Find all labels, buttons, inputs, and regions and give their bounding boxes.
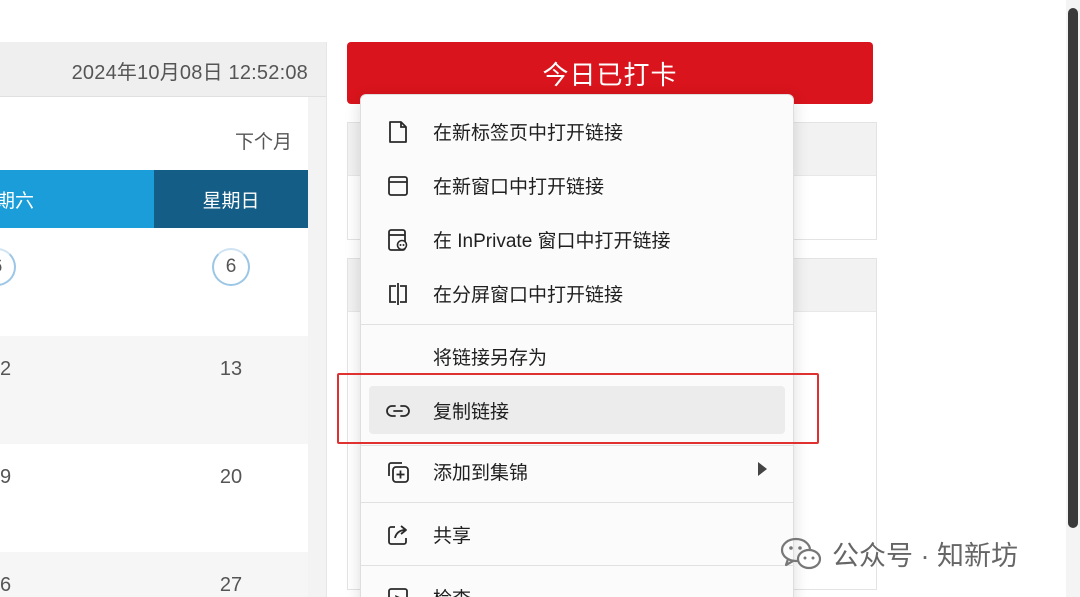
day-number: 2: [0, 358, 12, 380]
day-number: 27: [219, 574, 243, 596]
weekday-saturday: 期六: [0, 170, 154, 228]
weekday-sunday: 星期日: [154, 170, 308, 228]
checked-day-ring: 6: [0, 248, 16, 286]
weekday-saturday-label: 期六: [0, 190, 35, 212]
menu-item-label: 在 InPrivate 窗口中打开链接: [433, 230, 671, 252]
watermark-text: 公众号 · 知新坊: [832, 541, 1018, 571]
new-tab-icon: [389, 121, 407, 143]
checked-day-ring: 6: [212, 248, 250, 286]
menu-item-label: 在新标签页中打开链接: [433, 122, 624, 144]
calendar-day-cell[interactable]: 6: [0, 228, 154, 336]
scrollbar-track[interactable]: [1066, 0, 1080, 597]
calendar-day-cell[interactable]: 6: [154, 228, 308, 336]
menu-item-open-new-window[interactable]: 在新窗口中打开链接: [369, 161, 785, 209]
calendar-day-cell[interactable]: 27: [154, 552, 308, 597]
calendar-body: 下个月 期六 星期日 6 6: [0, 97, 308, 597]
calendar-day-cell[interactable]: 20: [154, 444, 308, 552]
scrollbar-thumb[interactable]: [1068, 8, 1078, 528]
annotation-highlight-box: [337, 373, 819, 444]
day-number: 6: [0, 256, 2, 278]
weekday-sunday-label: 星期日: [202, 190, 260, 212]
calendar-day-cell[interactable]: 13: [154, 336, 308, 444]
new-window-icon: [388, 176, 408, 196]
menu-item-label: 检查: [433, 584, 471, 597]
collections-icon: [388, 462, 409, 483]
day-number: 13: [219, 358, 243, 380]
menu-item-label: 添加到集锦: [433, 462, 529, 484]
wechat-logo-icon: [780, 537, 822, 569]
calendar-week-row: 9 20: [0, 444, 308, 552]
calendar-day-cell[interactable]: 6: [0, 552, 154, 597]
menu-divider: [361, 324, 793, 325]
menu-divider: [361, 502, 793, 503]
calendar-day-cell[interactable]: 2: [0, 336, 154, 444]
browser-page: 2024年10月08日 12:52:08 下个月 期六 星期日 6 2 13 9…: [0, 0, 1080, 597]
menu-divider: [361, 445, 793, 446]
calendar-week-row: 6 27: [0, 552, 308, 597]
calendar-week-row: 6 6: [0, 228, 308, 336]
menu-item-label: 在新窗口中打开链接: [433, 176, 605, 198]
menu-item-add-to-collections[interactable]: 添加到集锦: [369, 447, 785, 495]
split-screen-icon: [389, 283, 407, 305]
calendar-week-row: 2 13: [0, 336, 308, 444]
inprivate-icon: [388, 229, 408, 251]
share-icon: [388, 525, 407, 545]
day-number: 9: [0, 466, 12, 488]
menu-item-label: 共享: [433, 525, 472, 547]
menu-item-open-split-screen[interactable]: 在分屏窗口中打开链接: [369, 269, 785, 317]
day-number: 6: [0, 574, 12, 596]
day-number: 6: [225, 256, 237, 277]
menu-item-open-inprivate[interactable]: 在 InPrivate 窗口中打开链接: [369, 215, 785, 263]
next-month-link[interactable]: 下个月: [235, 127, 292, 154]
menu-item-label: 在分屏窗口中打开链接: [433, 284, 624, 306]
weekday-header-row: 期六 星期日: [0, 170, 308, 228]
menu-item-label: 将链接另存为: [433, 347, 548, 369]
calendar-panel: 2024年10月08日 12:52:08 下个月 期六 星期日 6 2 13 9…: [0, 42, 327, 597]
current-datetime: 2024年10月08日 12:52:08: [71, 62, 308, 84]
datetime-bar: 2024年10月08日 12:52:08: [0, 42, 326, 97]
context-menu: 在新标签页中打开链接 在新窗口中打开链接 在 InPrivate 窗口中打开链接: [360, 94, 794, 597]
wechat-watermark: 公众号 · 知新坊: [780, 534, 1018, 573]
menu-item-inspect[interactable]: 检查: [369, 573, 785, 597]
chevron-right-icon: [758, 462, 767, 476]
inspect-icon: [388, 588, 408, 597]
day-number: 20: [219, 466, 243, 488]
menu-item-share[interactable]: 共享: [369, 510, 785, 558]
menu-divider: [361, 565, 793, 566]
calendar-day-cell[interactable]: 9: [0, 444, 154, 552]
menu-item-open-new-tab[interactable]: 在新标签页中打开链接: [369, 107, 785, 155]
